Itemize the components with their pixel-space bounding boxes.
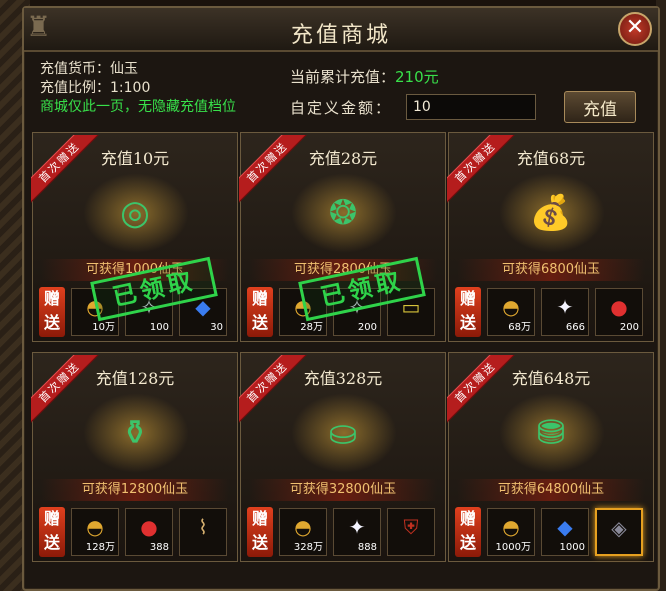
total-label: 当前累计充值： (290, 68, 396, 86)
blue-gem-icon: ◆ (557, 515, 573, 539)
reward-qty: 10万 (92, 322, 115, 333)
window-title: 充值商城 (290, 23, 391, 48)
gold-ingot-icon: ◓ (502, 295, 520, 319)
reward-slot[interactable]: ● 388 (125, 508, 173, 556)
reward-qty: 1000 (559, 542, 585, 553)
treasure-icon: 💰 (529, 193, 573, 233)
gift-badge: 赠送 (39, 287, 65, 337)
reward-qty: 100 (149, 322, 169, 333)
package-title: 充值28元 (308, 149, 378, 168)
diamond-icon: ✦ (556, 295, 574, 319)
gift-badge: 赠送 (455, 507, 481, 557)
red-orb-icon: ● (140, 515, 158, 539)
package-title: 充值10元 (100, 149, 170, 168)
gain-text: 可获得32800仙玉 (249, 479, 437, 501)
rune-icon: ◈ (611, 516, 627, 540)
reward-qty: 30 (210, 322, 223, 333)
currency-info: 充值货币：仙玉 充值比例：1:100 商城仅此一页，无隐藏充值档位 (40, 60, 236, 117)
package-card[interactable]: 首次赠送 充值128元 ⚱ 可获得12800仙玉 赠送 ◓ 128万 ● 388 ⌇ (31, 352, 238, 562)
gold-ingot-icon: ◓ (502, 515, 520, 539)
custom-amount-label: 自定义金额： (290, 99, 393, 117)
recharge-window: ♜ 充值商城 ✕ 充值货币：仙玉 充值比例：1:100 商城仅此一页，无隐藏充值… (22, 6, 660, 591)
diamond-icon: ✦ (348, 515, 366, 539)
package-card[interactable]: 首次赠送 充值68元 💰 可获得6800仙玉 赠送 ◓ 68万 ✦ 666 ● 20… (447, 132, 654, 342)
reward-qty: 200 (619, 322, 639, 333)
reward-qty: 68万 (508, 322, 531, 333)
package-card[interactable]: 首次赠送 充值28元 ❂ 可获得2800仙玉 赠送 ◓ 28万 ✧ 200 ▭ 已领… (239, 132, 446, 342)
reward-qty: 328万 (293, 542, 323, 553)
gift-badge: 赠送 (247, 507, 273, 557)
reward-qty: 388 (149, 542, 169, 553)
treasure-icon: ⛃ (536, 413, 566, 453)
custom-amount-input[interactable] (406, 94, 536, 120)
currency-text: 充值货币：仙玉 (40, 61, 138, 77)
reward-slot[interactable]: ◓ 1000万 (487, 508, 535, 556)
reward-slot[interactable]: ● 200 (595, 288, 643, 336)
ratio-text: 充值比例：1:100 (40, 80, 151, 96)
reward-slot[interactable]: ◆ 1000 (541, 508, 589, 556)
gift-badge: 赠送 (455, 287, 481, 337)
recharge-button[interactable]: 充值 (564, 91, 636, 123)
package-title: 充值68元 (516, 149, 586, 168)
treasure-icon: ❂ (328, 193, 358, 233)
reward-slot[interactable]: ✦ 666 (541, 288, 589, 336)
gain-text: 可获得12800仙玉 (41, 479, 229, 501)
package-title: 充值128元 (95, 369, 175, 388)
reward-slot[interactable]: ⌇ (179, 508, 227, 556)
package-card[interactable]: 首次赠送 充值328元 ⛀ 可获得32800仙玉 赠送 ◓ 328万 ✦ 888 ⛨ (239, 352, 446, 562)
reward-slot[interactable]: ◓ 68万 (487, 288, 535, 336)
title-bar: ♜ 充值商城 ✕ (24, 8, 658, 52)
close-button[interactable]: ✕ (618, 12, 652, 46)
package-card[interactable]: 首次赠送 充值10元 ◎ 可获得1000仙玉 赠送 ◓ 10万 ✧ 100 ◆ 30… (31, 132, 238, 342)
treasure-icon: ◎ (120, 193, 150, 233)
reward-slot[interactable]: ◈ (595, 508, 643, 556)
reward-qty: 888 (357, 542, 377, 553)
reward-slot[interactable]: ✦ 888 (333, 508, 381, 556)
reward-slot[interactable]: ◓ 328万 (279, 508, 327, 556)
gain-text: 可获得6800仙玉 (457, 259, 645, 281)
scroll-icon: ⌇ (198, 515, 208, 539)
total-recharge: 当前累计充值：210元 (290, 66, 439, 87)
gift-badge: 赠送 (39, 507, 65, 557)
reward-qty: 128万 (85, 542, 115, 553)
reward-qty: 666 (565, 322, 585, 333)
notice-text: 商城仅此一页，无隐藏充值档位 (40, 99, 236, 115)
gold-ingot-icon: ◓ (86, 515, 104, 539)
reward-qty: 28万 (300, 322, 323, 333)
reward-slot[interactable]: ⛨ (387, 508, 435, 556)
reward-slot[interactable]: ◓ 128万 (71, 508, 119, 556)
gold-ingot-icon: ◓ (294, 515, 312, 539)
armor-icon: ⛨ (403, 515, 419, 539)
package-title: 充值648元 (511, 369, 591, 388)
package-card[interactable]: 首次赠送 充值648元 ⛃ 可获得64800仙玉 赠送 ◓ 1000万 ◆ 100… (447, 352, 654, 562)
gain-text: 可获得64800仙玉 (457, 479, 645, 501)
red-orb-icon: ● (610, 295, 628, 319)
treasure-icon: ⛀ (328, 413, 358, 453)
reward-qty: 1000万 (495, 542, 531, 553)
package-title: 充值328元 (303, 369, 383, 388)
gift-badge: 赠送 (247, 287, 273, 337)
treasure-icon: ⚱ (120, 413, 150, 453)
close-icon: ✕ (625, 15, 645, 40)
reward-qty: 200 (357, 322, 377, 333)
total-value: 210元 (395, 68, 439, 86)
